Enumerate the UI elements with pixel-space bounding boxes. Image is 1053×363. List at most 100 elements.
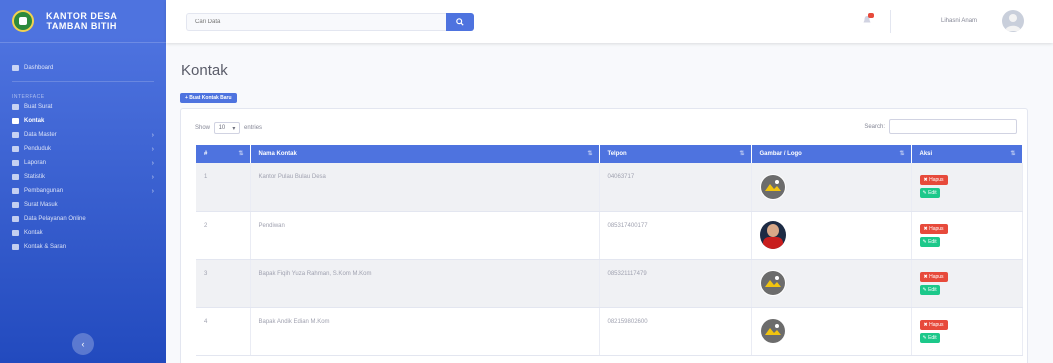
cell-phone: 04063717 bbox=[599, 163, 752, 212]
entries-length-control: Show 10 ▾ entries bbox=[195, 122, 262, 134]
edit-button[interactable]: ✎ Edit bbox=[919, 236, 940, 247]
contact-photo bbox=[759, 221, 786, 249]
sidebar-item-data-master[interactable]: Data Master › bbox=[0, 128, 166, 142]
sidebar-heading: INTERFACE bbox=[12, 94, 45, 100]
sidebar: KANTOR DESA TAMBAN BITIH Dashboard INTER… bbox=[0, 0, 166, 363]
table-row: 2 Pendiwan 085317400177 ✖ Hapus ✎ Edit bbox=[196, 211, 1023, 260]
edit-button[interactable]: ✎ Edit bbox=[919, 284, 940, 295]
contacts-table: # ⇅ Nama Kontak ⇅ Telpon ⇅ Gambar / Logo ⇅ A… bbox=[196, 145, 1023, 356]
chart-icon bbox=[12, 174, 19, 180]
cell-name: Pendiwan bbox=[250, 211, 600, 260]
search-input[interactable] bbox=[186, 12, 446, 31]
cell-phone: 085317400177 bbox=[599, 211, 752, 260]
column-header-name[interactable]: Nama Kontak ⇅ bbox=[250, 145, 600, 163]
image-placeholder-icon bbox=[760, 174, 785, 199]
contact-logo-image bbox=[759, 270, 786, 296]
sidebar-item-kontak-2[interactable]: Kontak bbox=[0, 226, 166, 240]
search-button[interactable] bbox=[446, 12, 474, 31]
cell-number: 1 bbox=[196, 163, 251, 212]
mail-icon bbox=[12, 104, 19, 110]
column-header-number[interactable]: # ⇅ bbox=[196, 145, 251, 163]
sort-icon: ⇅ bbox=[899, 151, 905, 157]
user-name[interactable]: Lihasni Anam bbox=[941, 18, 977, 24]
edit-button[interactable]: ✎ Edit bbox=[919, 188, 940, 199]
cell-actions: ✖ Hapus ✎ Edit bbox=[911, 307, 1023, 356]
image-placeholder-icon bbox=[760, 271, 785, 295]
delete-button[interactable]: ✖ Hapus bbox=[919, 319, 948, 330]
cell-image bbox=[751, 211, 912, 260]
table-search-input[interactable] bbox=[889, 119, 1017, 134]
user-icon bbox=[1005, 14, 1021, 31]
chevron-right-icon: › bbox=[151, 131, 154, 139]
page-title: Kontak bbox=[181, 62, 228, 79]
users-icon bbox=[12, 146, 19, 152]
phone-icon bbox=[12, 230, 19, 236]
contact-logo-image bbox=[759, 318, 786, 344]
cell-image bbox=[751, 307, 912, 356]
table-row: 3 Bapak Fiqih Yuza Rahman, S.Kom M.Kom 0… bbox=[196, 259, 1023, 308]
notification-badge bbox=[868, 13, 874, 18]
cell-phone: 082159802600 bbox=[599, 307, 752, 356]
cell-image bbox=[751, 163, 912, 212]
chevron-right-icon: › bbox=[151, 187, 154, 195]
sidebar-item-buat-surat[interactable]: Buat Surat bbox=[0, 100, 166, 114]
table-row: 1 Kantor Pulau Bulau Desa 04063717 ✖ Hap… bbox=[196, 163, 1023, 212]
sidebar-item-statistik[interactable]: Statistik › bbox=[0, 170, 166, 184]
contacts-card: Show 10 ▾ entries Search: # ⇅ Nama Kontak… bbox=[180, 108, 1028, 363]
sort-icon: ⇅ bbox=[587, 151, 593, 157]
sidebar-item-surat-masuk[interactable]: Surat Masuk bbox=[0, 198, 166, 212]
comment-icon bbox=[12, 244, 19, 250]
sidebar-item-pembangunan[interactable]: Pembangunan › bbox=[0, 184, 166, 198]
cell-phone: 085321117479 bbox=[599, 259, 752, 308]
entries-select[interactable]: 10 ▾ bbox=[214, 122, 241, 134]
chevron-right-icon: › bbox=[151, 159, 154, 167]
dashboard-icon bbox=[12, 65, 19, 71]
cell-name: Bapak Fiqih Yuza Rahman, S.Kom M.Kom bbox=[250, 259, 600, 308]
database-icon bbox=[12, 132, 19, 138]
contact-logo-image bbox=[759, 173, 786, 200]
delete-button[interactable]: ✖ Hapus bbox=[919, 223, 948, 234]
cell-actions: ✖ Hapus ✎ Edit bbox=[911, 163, 1023, 212]
brand-title: KANTOR DESA TAMBAN BITIH bbox=[46, 11, 118, 31]
sort-icon: ⇅ bbox=[739, 151, 745, 157]
topbar: Lihasni Anam bbox=[166, 0, 1053, 43]
photo-shirt bbox=[762, 237, 783, 249]
table-row: 4 Bapak Andik Edian M.Kom 082159802600 ✖ bbox=[196, 307, 1023, 356]
table-header-row: # ⇅ Nama Kontak ⇅ Telpon ⇅ Gambar / Logo ⇅ A… bbox=[196, 145, 1023, 163]
column-header-image[interactable]: Gambar / Logo ⇅ bbox=[751, 145, 912, 163]
sidebar-toggle-button[interactable]: ‹ bbox=[72, 333, 94, 355]
edit-button[interactable]: ✎ Edit bbox=[919, 332, 940, 343]
sidebar-item-kontak-saran[interactable]: Kontak & Saran bbox=[0, 240, 166, 254]
user-avatar[interactable] bbox=[1002, 10, 1024, 32]
cell-number: 3 bbox=[196, 259, 251, 308]
brand[interactable]: KANTOR DESA TAMBAN BITIH bbox=[0, 0, 166, 43]
sidebar-item-laporan[interactable]: Laporan › bbox=[0, 156, 166, 170]
delete-button[interactable]: ✖ Hapus bbox=[919, 175, 948, 186]
sidebar-item-kontak[interactable]: Kontak bbox=[0, 114, 166, 128]
contact-icon bbox=[12, 118, 19, 124]
chevron-right-icon: › bbox=[151, 173, 154, 181]
sidebar-item-dashboard[interactable]: Dashboard bbox=[0, 61, 166, 75]
cell-number: 4 bbox=[196, 307, 251, 356]
image-placeholder-icon bbox=[760, 319, 785, 343]
sidebar-divider bbox=[12, 81, 154, 82]
delete-button[interactable]: ✖ Hapus bbox=[919, 271, 948, 282]
add-contact-button[interactable]: + Buat Kontak Baru bbox=[180, 93, 237, 103]
topbar-divider bbox=[890, 10, 891, 33]
sidebar-item-pelayanan-online[interactable]: Data Pelayanan Online bbox=[0, 212, 166, 226]
chevron-down-icon: ▾ bbox=[232, 125, 236, 132]
village-logo-icon bbox=[12, 10, 34, 32]
globe-icon bbox=[12, 216, 19, 222]
column-header-actions[interactable]: Aksi ⇅ bbox=[911, 145, 1023, 163]
sort-icon: ⇅ bbox=[1010, 151, 1016, 157]
sidebar-item-penduduk[interactable]: Penduduk › bbox=[0, 142, 166, 156]
photo-face bbox=[766, 224, 779, 237]
notification-button[interactable] bbox=[862, 13, 874, 25]
column-header-phone[interactable]: Telpon ⇅ bbox=[599, 145, 752, 163]
cell-number: 2 bbox=[196, 211, 251, 260]
inbox-icon bbox=[12, 202, 19, 208]
cell-name: Bapak Andik Edian M.Kom bbox=[250, 307, 600, 356]
chevron-right-icon: › bbox=[151, 145, 154, 153]
table-search-control: Search: bbox=[864, 119, 1017, 134]
report-icon bbox=[12, 160, 19, 166]
